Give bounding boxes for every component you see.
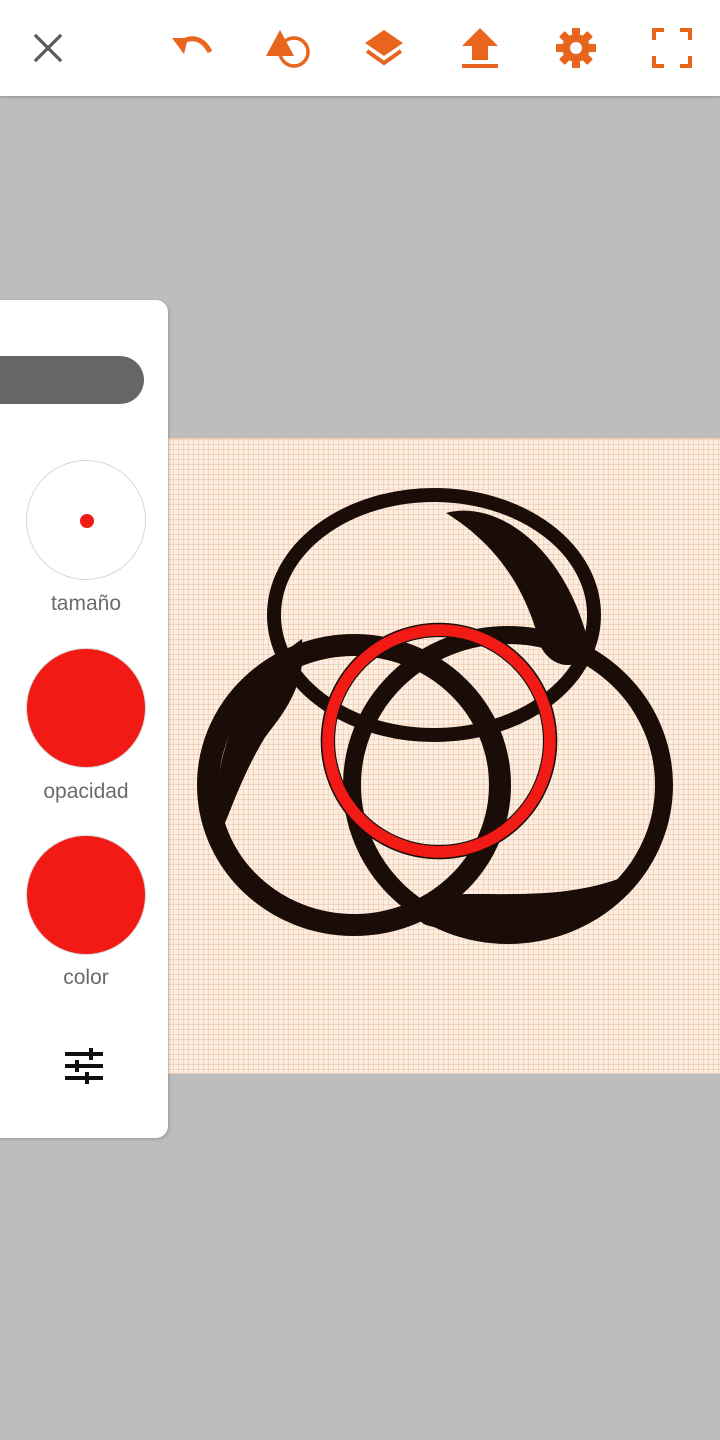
brush-tool-panel: tamaño opacidad color: [0, 300, 168, 1138]
undo-button[interactable]: [168, 24, 216, 72]
opacity-control[interactable]: [26, 648, 146, 768]
export-button[interactable]: [456, 24, 504, 72]
close-icon: [33, 33, 63, 63]
upload-icon: [462, 28, 498, 68]
drawing-canvas[interactable]: [168, 438, 720, 1074]
shapes-button[interactable]: [264, 24, 312, 72]
size-label: tamaño: [50, 592, 122, 615]
gear-icon: [556, 28, 596, 68]
color-control[interactable]: [26, 835, 146, 955]
sliders-icon: [65, 1048, 103, 1084]
brush-settings-button[interactable]: [60, 1042, 108, 1090]
brush-selector[interactable]: [0, 356, 144, 404]
settings-button[interactable]: [552, 24, 600, 72]
layers-icon: [365, 30, 403, 66]
undo-icon: [172, 36, 213, 54]
layers-button[interactable]: [360, 24, 408, 72]
fullscreen-button[interactable]: [648, 24, 696, 72]
fullscreen-icon: [652, 28, 692, 68]
size-preview-dot: [80, 514, 94, 528]
close-button[interactable]: [24, 24, 72, 72]
top-toolbar: [0, 0, 720, 96]
opacity-label: opacidad: [43, 780, 129, 803]
size-control[interactable]: [26, 460, 146, 580]
canvas-artwork: [197, 488, 673, 944]
shape-triangle-circle-icon: [266, 30, 310, 68]
color-label: color: [63, 966, 109, 989]
